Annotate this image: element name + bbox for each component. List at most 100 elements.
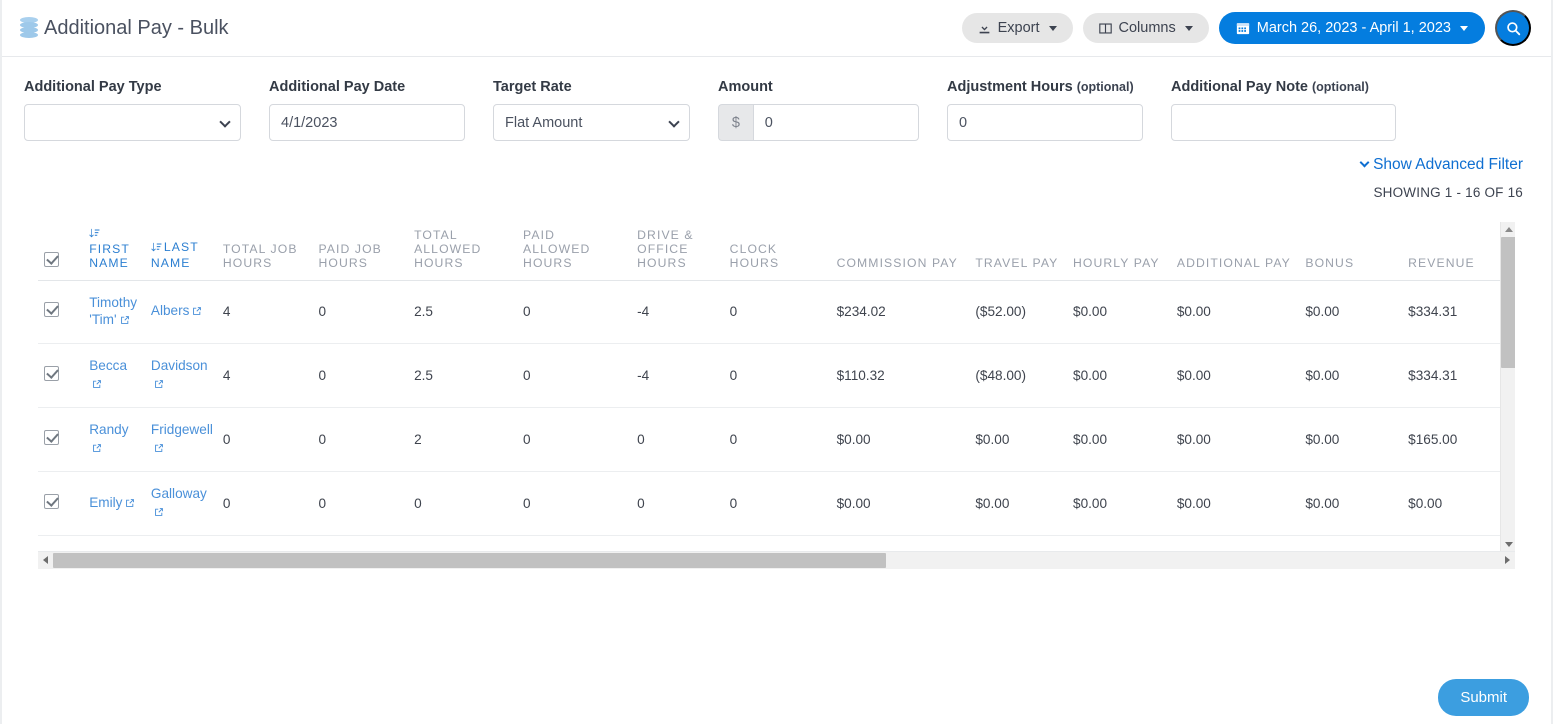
triangle-right-icon (1505, 556, 1510, 564)
header-label: ADDITIONAL PAY (1176, 255, 1291, 270)
triangle-up-icon (1504, 226, 1513, 232)
paid-job-hours-cell: 0 (312, 280, 409, 345)
column-header-hourly-pay: HOURLY PAY (1067, 221, 1171, 281)
header-actions: Export Columns March 26, 2023 - April 1,… (961, 10, 1531, 46)
filter-meta: Show Advanced Filter SHOWING 1 - 16 OF 1… (2, 141, 1551, 200)
header-label: BONUS (1305, 255, 1355, 270)
filter-pay-type: Additional Pay Type (24, 79, 269, 141)
paid-allowed-hours-cell: 0 (517, 280, 632, 345)
select-all-header (38, 221, 84, 281)
database-stack-icon (20, 17, 38, 39)
amount-input[interactable] (752, 104, 919, 141)
date-range-button[interactable]: March 26, 2023 - April 1, 2023 (1218, 11, 1485, 45)
submit-button[interactable]: Submit (1438, 679, 1529, 716)
chevron-down-icon (1460, 25, 1468, 31)
paid-job-hours-cell: 0 (312, 535, 409, 551)
adjustment-hours-label: Adjustment Hours (optional) (947, 79, 1143, 95)
row-checkbox[interactable] (44, 301, 59, 317)
column-header-first-name[interactable]: FIRST NAME (83, 221, 145, 281)
table-row: Becca Davidson 4 0 2.5 0 -4 0 $110.32 ($48.00) $0.… (38, 343, 1502, 409)
additional-pay-cell: $0.00 (1170, 471, 1300, 536)
scroll-right-arrow[interactable] (1500, 552, 1515, 569)
row-select-cell (38, 280, 84, 345)
row-checkbox[interactable] (44, 429, 59, 445)
chevron-down-icon (1184, 25, 1193, 31)
table-row: Timothy 'Tim' Albers 4 0 2.5 0 -4 0 $234.02 ($52.… (38, 280, 1502, 345)
total-allowed-hours-cell: 0 (408, 471, 518, 536)
last-name-link[interactable]: Galloway (151, 486, 207, 501)
first-name-cell: Alvin (83, 535, 145, 551)
revenue-cell: $0.00 (1402, 471, 1502, 536)
column-header-bonus: BONUS (1299, 221, 1403, 281)
paid-allowed-hours-cell: 0 (517, 471, 632, 536)
scroll-left-arrow[interactable] (38, 552, 53, 569)
pay-date-input[interactable] (269, 104, 465, 141)
row-select-cell (38, 535, 84, 551)
footer-actions: Submit (1438, 679, 1529, 716)
external-link-icon (154, 376, 164, 394)
search-button[interactable] (1495, 10, 1531, 46)
header-row: FIRST NAME LAST NAME TOTAL JOB HOURS PAI… (38, 221, 1502, 281)
column-header-last-name[interactable]: LAST NAME (144, 221, 217, 281)
filter-bar: Additional Pay Type Additional Pay Date … (2, 57, 1551, 141)
scroll-down-arrow[interactable] (1501, 537, 1515, 551)
first-name-link[interactable]: Becca (89, 358, 127, 373)
sort-asc-icon (89, 228, 100, 242)
app-page: Additional Pay - Bulk Export Columns Mar… (0, 0, 1553, 724)
pay-note-text: Additional Pay Note (1171, 79, 1308, 95)
select-all-checkbox[interactable] (44, 251, 59, 267)
calendar-icon (1236, 21, 1250, 35)
adjustment-hours-input[interactable] (947, 104, 1143, 141)
table-row: Randy Fridgewell 0 0 2 0 0 0 $0.00 $0.00 $0.00 $0.0… (38, 407, 1502, 473)
table-horizontal-scrollbar[interactable] (38, 551, 1515, 569)
target-rate-label: Target Rate (493, 79, 572, 95)
revenue-cell: $334.31 (1402, 343, 1502, 409)
hourly-pay-cell: $0.00 (1067, 280, 1171, 345)
first-name-cell: Timothy 'Tim' (83, 280, 145, 345)
commission-pay-cell: $0.00 (830, 407, 970, 473)
paid-allowed-hours-cell: 0 (517, 535, 632, 551)
pay-note-input[interactable] (1171, 104, 1396, 141)
row-checkbox[interactable] (44, 365, 59, 381)
last-name-link[interactable]: Davidson (151, 358, 208, 373)
vertical-scroll-thumb[interactable] (1501, 236, 1515, 368)
last-name-cell: Davidson (144, 343, 217, 409)
horizontal-scroll-thumb[interactable] (53, 552, 886, 568)
row-checkbox[interactable] (44, 493, 59, 509)
hourly-pay-cell: $0.00 (1067, 407, 1171, 473)
show-advanced-filter-link[interactable]: Show Advanced Filter (1359, 156, 1523, 174)
pay-type-select[interactable] (24, 104, 241, 141)
first-name-link[interactable]: Randy (89, 422, 128, 437)
target-rate-select[interactable]: Flat Amount (493, 104, 690, 141)
horizontal-scroll-track[interactable] (53, 552, 1500, 569)
last-name-link[interactable]: Fridgewell (151, 422, 213, 437)
clock-hours-cell: 0 (723, 407, 831, 473)
commission-pay-cell: $110.32 (830, 343, 970, 409)
table-vertical-scrollbar[interactable] (1500, 221, 1515, 551)
download-icon (978, 22, 991, 35)
first-name-link[interactable]: Timothy 'Tim' (89, 295, 137, 328)
external-link-icon (125, 495, 135, 513)
column-header-total-allowed-hours: TOTAL ALLOWED HOURS (408, 221, 518, 281)
last-name-cell: Galloway (144, 471, 217, 536)
last-name-cell: Fridgewell (144, 407, 217, 473)
first-name-header-label: FIRST NAME (89, 241, 130, 270)
row-select-cell (38, 343, 84, 409)
column-header-drive-office-hours: DRIVE & OFFICE HOURS (631, 221, 724, 281)
additional-pay-table: FIRST NAME LAST NAME TOTAL JOB HOURS PAI… (38, 221, 1502, 551)
columns-button[interactable]: Columns (1082, 12, 1209, 44)
adjustment-hours-text: Adjustment Hours (947, 79, 1073, 95)
paid-job-hours-cell: 0 (312, 471, 409, 536)
last-name-cell: Albers (144, 280, 217, 345)
clock-hours-cell: 0 (723, 471, 831, 536)
column-header-additional-pay: ADDITIONAL PAY (1170, 221, 1300, 281)
scroll-up-arrow[interactable] (1501, 222, 1515, 237)
clock-hours-cell: 0 (723, 280, 831, 345)
last-name-link[interactable]: Albers (151, 303, 190, 318)
additional-pay-cell: $0.00 (1170, 407, 1300, 473)
external-link-icon (192, 303, 202, 321)
first-name-link[interactable]: Emily (89, 495, 122, 510)
drive-office-hours-cell: -4 (631, 343, 724, 409)
chevron-down-icon (1359, 157, 1370, 168)
export-button[interactable]: Export (961, 12, 1073, 44)
